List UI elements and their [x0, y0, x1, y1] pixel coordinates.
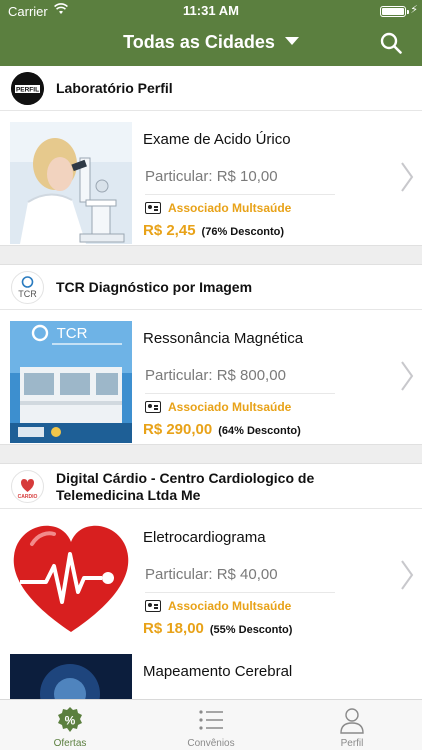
- offer-image-clinic: TCR: [10, 321, 132, 443]
- member-card-icon: [145, 202, 161, 214]
- battery-icon: [380, 6, 409, 17]
- tab-label: Perfil: [340, 738, 364, 749]
- offer-title: Ressonância Magnética: [143, 330, 304, 347]
- section-divider: [0, 444, 422, 464]
- tab-label: Convênios: [187, 738, 235, 749]
- lab-name: TCR Diagnóstico por Imagem: [56, 279, 253, 295]
- price-value: R$ 2,45: [143, 222, 196, 239]
- svg-text:%: %: [65, 714, 76, 728]
- offer-title: Exame de Acido Úrico: [143, 131, 291, 148]
- tab-convenios[interactable]: Convênios: [141, 700, 281, 750]
- lab-logo-text: TCR: [18, 289, 37, 299]
- list-icon: [199, 710, 223, 730]
- offer-card[interactable]: TCR Ressonância Magnética Particular: R$…: [0, 310, 422, 444]
- dropdown-arrow-icon: [284, 37, 299, 45]
- offer-card[interactable]: Eletrocardiograma Particular: R$ 40,00 A…: [0, 509, 422, 643]
- tab-label: Ofertas: [53, 738, 87, 749]
- price-value: R$ 18,00: [143, 620, 204, 637]
- offers-list[interactable]: PERFIL Laboratório Perfil Exame de Acido…: [0, 66, 422, 699]
- status-bar: Carrier 11:31 AM ⚡: [0, 0, 422, 22]
- lab-header[interactable]: TCR TCR Diagnóstico por Imagem: [0, 265, 422, 310]
- clinic-sign-text: TCR: [57, 325, 88, 342]
- offer-title: Eletrocardiograma: [143, 529, 266, 546]
- lab-header[interactable]: PERFIL Laboratório Perfil: [0, 66, 422, 111]
- lab-name: Digital Cárdio - Centro Cardiologico de …: [56, 470, 315, 503]
- offer-associate-price: R$ 290,00 (64% Desconto): [143, 421, 301, 438]
- person-icon: [340, 708, 364, 734]
- city-selector[interactable]: Todas as Cidades: [0, 32, 422, 53]
- offer-particular-price: Particular: R$ 800,00: [145, 367, 335, 394]
- lab-header[interactable]: CARDIO Digital Cárdio - Centro Cardiolog…: [0, 464, 422, 509]
- offer-associate-label: Associado Multsaúde: [145, 400, 291, 414]
- offer-particular-price: Particular: R$ 40,00: [145, 566, 335, 593]
- discount-label: (76% Desconto): [201, 226, 285, 238]
- tab-bar: % Ofertas Convênios Perfil: [0, 699, 422, 750]
- offer-associate-label: Associado Multsaúde: [145, 599, 291, 613]
- offer-image-microscope: [10, 122, 132, 244]
- search-icon[interactable]: [380, 32, 402, 54]
- chevron-right-icon: [401, 162, 414, 192]
- section-divider: [0, 245, 422, 265]
- offer-title: Mapeamento Cerebral: [143, 663, 293, 680]
- offer-image-heart: [10, 520, 132, 642]
- offer-associate-price: R$ 2,45 (76% Desconto): [143, 222, 284, 239]
- lab-logo: PERFIL: [11, 72, 44, 105]
- top-bar: Carrier 11:31 AM ⚡ Todas as Cidades: [0, 0, 422, 66]
- member-card-icon: [145, 401, 161, 413]
- lab-logo-text: PERFIL: [16, 87, 39, 94]
- lab-logo: CARDIO: [11, 470, 44, 503]
- discount-label: (55% Desconto): [209, 624, 293, 636]
- tab-ofertas[interactable]: % Ofertas: [0, 700, 140, 750]
- offer-image-brain: [10, 654, 132, 699]
- lab-name: Laboratório Perfil: [56, 80, 173, 96]
- offer-particular-price: Particular: R$ 10,00: [145, 168, 335, 195]
- offer-card[interactable]: Mapeamento Cerebral: [0, 643, 422, 699]
- discount-label: (64% Desconto): [218, 425, 301, 437]
- tab-perfil[interactable]: Perfil: [282, 700, 422, 750]
- city-label: Todas as Cidades: [123, 32, 275, 52]
- chevron-right-icon: [401, 361, 414, 391]
- associate-label-text: Associado Multsaúde: [168, 599, 292, 613]
- price-value: R$ 290,00: [143, 421, 213, 438]
- offer-associate-label: Associado Multsaúde: [145, 201, 291, 215]
- chevron-right-icon: [401, 560, 414, 590]
- charging-icon: ⚡: [410, 4, 418, 16]
- associate-label-text: Associado Multsaúde: [168, 201, 292, 215]
- associate-label-text: Associado Multsaúde: [168, 400, 292, 414]
- offer-associate-price: R$ 18,00 (55% Desconto): [143, 620, 292, 637]
- lab-logo-text: CARDIO: [18, 494, 38, 500]
- clock: 11:31 AM: [183, 3, 239, 18]
- navigation-bar: Todas as Cidades: [0, 22, 422, 66]
- member-card-icon: [145, 600, 161, 612]
- lab-logo: TCR: [11, 271, 44, 304]
- percent-badge-icon: %: [58, 707, 82, 732]
- offer-card[interactable]: Exame de Acido Úrico Particular: R$ 10,0…: [0, 111, 422, 245]
